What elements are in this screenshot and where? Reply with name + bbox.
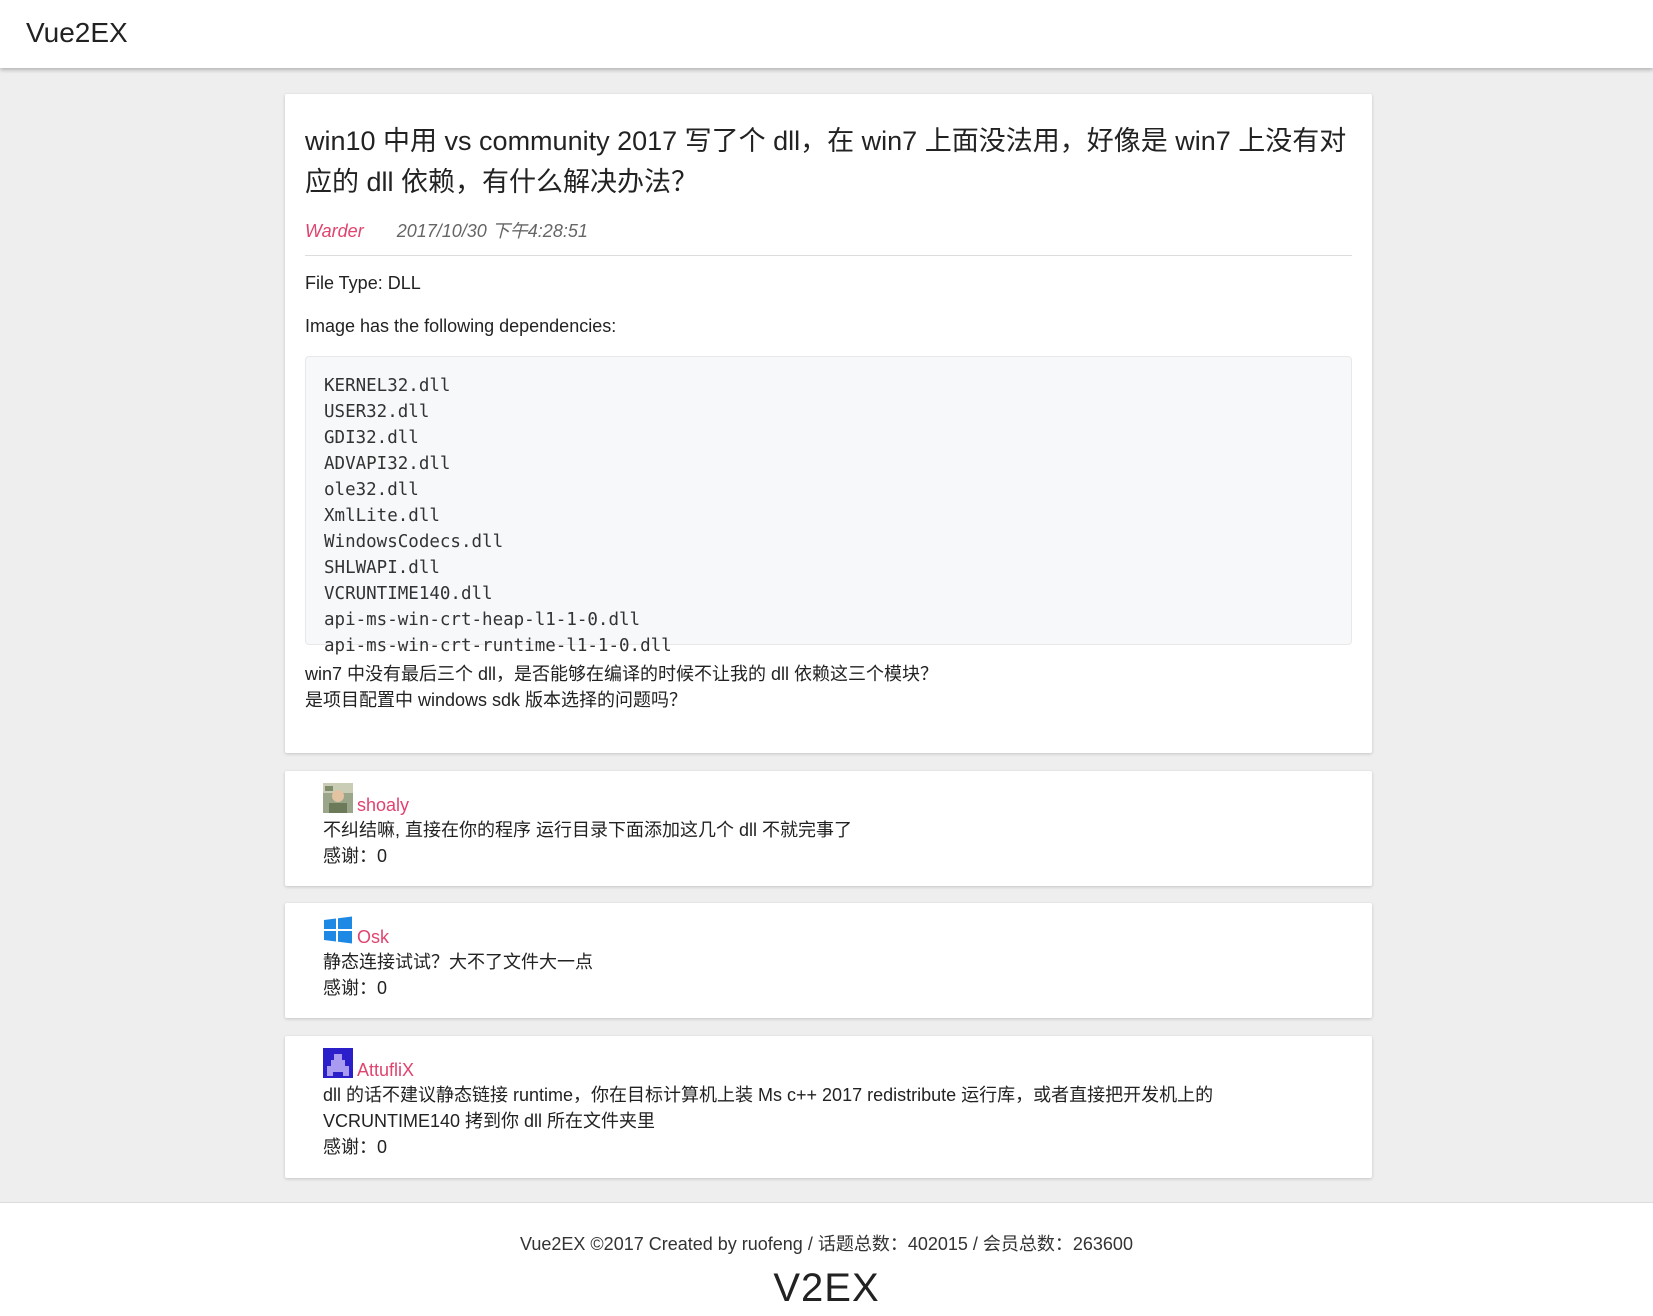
- reply-author-link[interactable]: AttufliX: [357, 1060, 414, 1081]
- brand-logo-link[interactable]: Vue2EX: [26, 17, 128, 49]
- reply-thanks-count: 感谢：0: [323, 846, 388, 866]
- reply-content: dll 的话不建议静态链接 runtime，你在目标计算机上装 Ms c++ 2…: [323, 1085, 1214, 1131]
- topic-timestamp: 2017/10/30 下午4:28:51: [396, 221, 588, 241]
- reply-author-link[interactable]: Osk: [357, 927, 389, 948]
- topic-paragraph: Image has the following dependencies:: [305, 316, 617, 336]
- code-content: KERNEL32.dll USER32.dll GDI32.dll ADVAPI…: [324, 376, 672, 656]
- topic-paragraph: File Type: DLL: [305, 273, 421, 293]
- footer-logo: V2EX: [773, 1266, 880, 1310]
- photo-avatar-icon[interactable]: [323, 783, 353, 813]
- pixel-avatar-icon[interactable]: [323, 1048, 353, 1078]
- footer: Vue2EX ©2017 Created by ruofeng / 话题总数：4…: [0, 1202, 1653, 1316]
- reply-author-link[interactable]: shoaly: [357, 795, 409, 816]
- reply-header: shoaly: [323, 783, 1334, 815]
- reply-card: Osk 静态连接试试？大不了文件大一点 感谢：0: [285, 903, 1372, 1018]
- footer-stats: Vue2EX ©2017 Created by ruofeng / 话题总数：4…: [520, 1234, 1133, 1254]
- windows-logo-icon[interactable]: [323, 915, 353, 945]
- reply-content: 不纠结嘛, 直接在你的程序 运行目录下面添加这几个 dll 不就完事了: [323, 820, 853, 840]
- topic-paragraph-line: win7 中没有最后三个 dll，是否能够在编译的时候不让我的 dll 依赖这三…: [305, 664, 939, 684]
- reply-thanks-count: 感谢：0: [323, 1137, 388, 1157]
- topic-divider: [305, 255, 1352, 256]
- reply-card: AttufliX dll 的话不建议静态链接 runtime，你在目标计算机上装…: [285, 1036, 1372, 1178]
- topic-paragraph: win7 中没有最后三个 dll，是否能够在编译的时候不让我的 dll 依赖这三…: [305, 661, 1352, 713]
- reply-header: Osk: [323, 915, 1334, 947]
- topic-author-link[interactable]: Warder: [305, 221, 364, 241]
- topic-title: win10 中用 vs community 2017 写了个 dll，在 win…: [305, 126, 1347, 197]
- reply-thanks-count: 感谢：0: [323, 978, 388, 998]
- topic-card: win10 中用 vs community 2017 写了个 dll，在 win…: [285, 94, 1372, 753]
- code-block: KERNEL32.dll USER32.dll GDI32.dll ADVAPI…: [305, 356, 1352, 656]
- topic-meta: Warder 2017/10/30 下午4:28:51: [305, 217, 1352, 241]
- reply-header: AttufliX: [323, 1048, 1334, 1080]
- topic-paragraph-line: 是项目配置中 windows sdk 版本选择的问题吗？: [305, 690, 688, 710]
- reply-card: shoaly 不纠结嘛, 直接在你的程序 运行目录下面添加这几个 dll 不就完…: [285, 771, 1372, 886]
- top-nav-bar: Vue2EX: [0, 0, 1653, 68]
- reply-content: 静态连接试试？大不了文件大一点: [323, 952, 593, 972]
